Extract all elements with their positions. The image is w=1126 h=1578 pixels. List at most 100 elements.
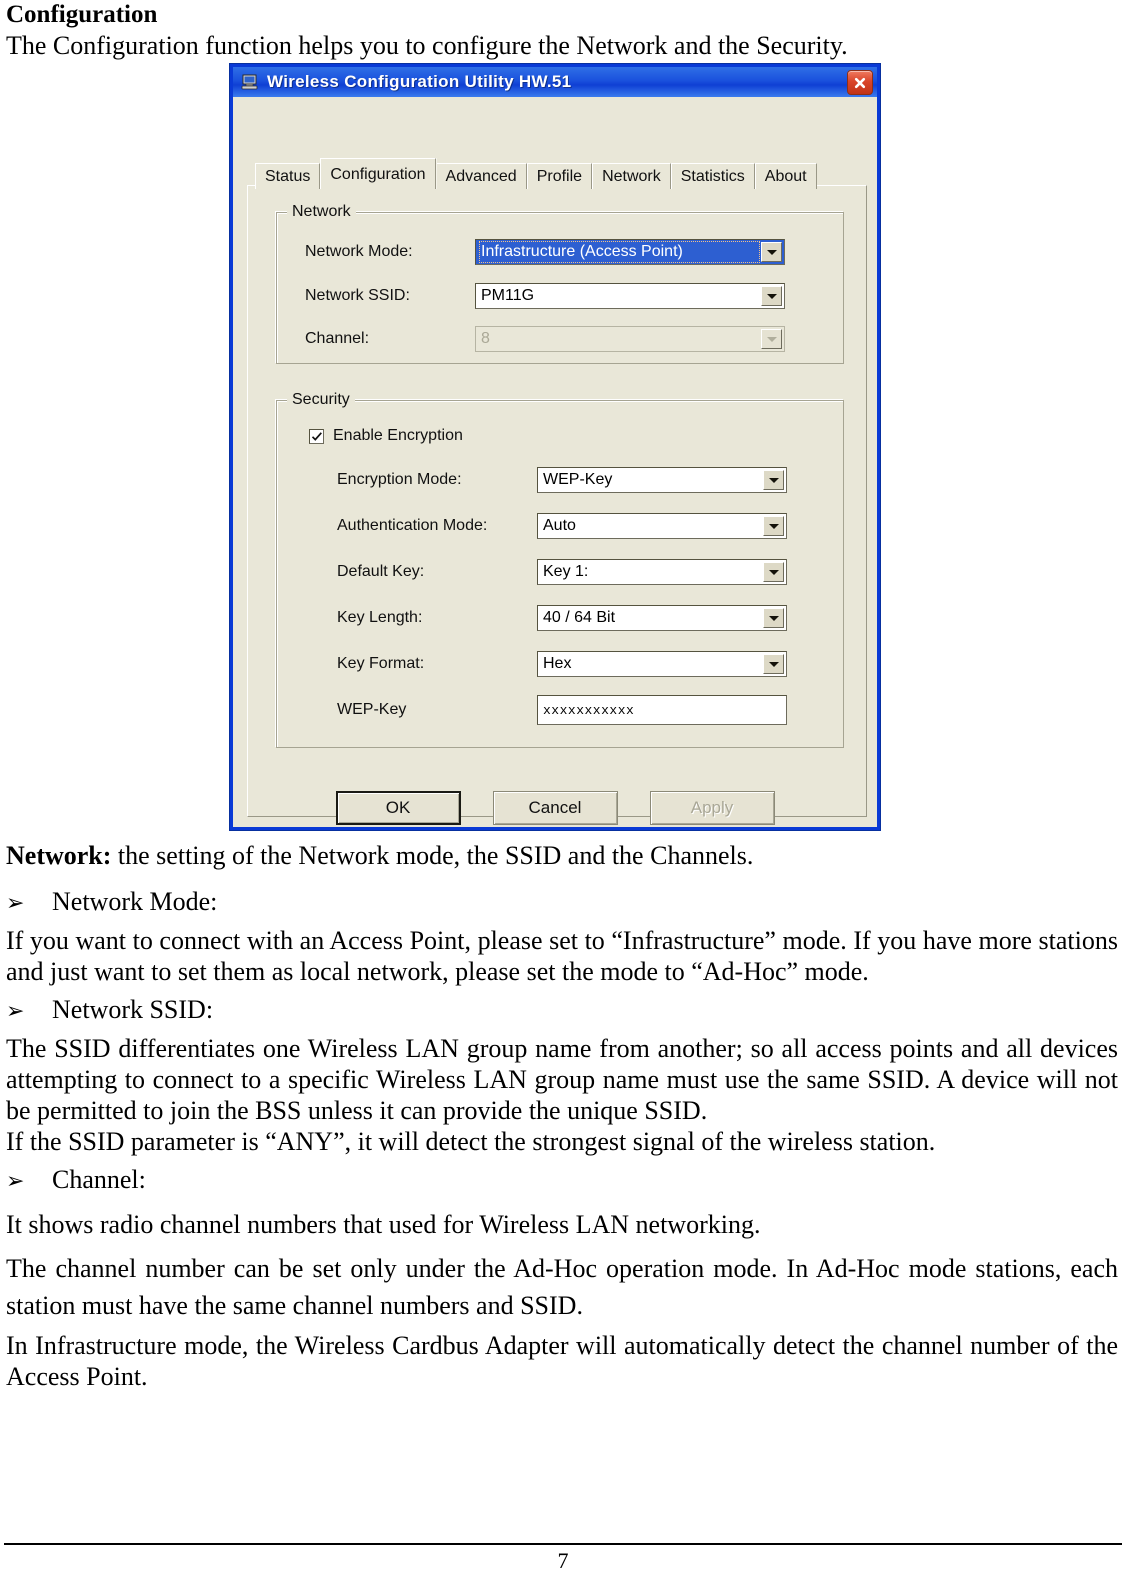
intro-paragraph: The Configuration function helps you to … <box>6 31 848 60</box>
default-key-value: Key 1: <box>543 563 589 580</box>
key-length-value: 40 / 64 Bit <box>543 609 616 626</box>
key-format-row: Key Format: Hex <box>337 651 787 677</box>
arrow-bullet-icon: ➢ <box>6 999 25 1024</box>
network-ssid-row: Network SSID: PM11G <box>305 283 785 309</box>
tab-status[interactable]: Status <box>255 163 321 189</box>
chevron-down-icon <box>761 329 782 349</box>
security-group-box: Security Enable Encryption Encryption Mo… <box>276 391 844 748</box>
tab-label: Statistics <box>680 168 745 185</box>
network-summary-lead: Network: <box>6 841 112 870</box>
key-format-select[interactable]: Hex <box>537 651 787 677</box>
channel-select: 8 <box>475 326 785 352</box>
encryption-mode-value: WEP-Key <box>543 471 613 488</box>
configuration-tab-panel: Network Network Mode: Infrastructure (Ac… <box>247 185 867 817</box>
ssid-paragraph-2: If the SSID parameter is “ANY”, it will … <box>6 1127 936 1156</box>
authentication-mode-select[interactable]: Auto <box>537 513 787 539</box>
authentication-mode-value: Auto <box>543 517 576 534</box>
network-group-box: Network Network Mode: Infrastructure (Ac… <box>276 203 844 364</box>
page-title: Configuration <box>6 1 158 28</box>
network-ssid-value: PM11G <box>481 287 535 304</box>
dialog-title: Wireless Configuration Utility HW.51 <box>267 72 572 91</box>
check-icon <box>311 431 322 441</box>
bullet-channel: ➢ Channel: <box>4 1157 1122 1203</box>
wep-key-input[interactable]: xxxxxxxxxxx <box>537 695 787 725</box>
enable-encryption-checkbox-row[interactable]: Enable Encryption <box>309 427 463 445</box>
channel-paragraph-3: In Infrastructure mode, the Wireless Car… <box>6 1331 1118 1391</box>
bullet-network-mode: ➢ Network Mode: <box>4 879 1122 925</box>
tab-network[interactable]: Network <box>592 163 671 189</box>
key-length-row: Key Length: 40 / 64 Bit <box>337 605 787 631</box>
tab-profile[interactable]: Profile <box>526 163 593 189</box>
chevron-down-icon[interactable] <box>763 562 784 582</box>
wireless-configuration-utility-dialog: Wireless Configuration Utility HW.51 Sta… <box>229 63 881 831</box>
tab-advanced[interactable]: Advanced <box>435 163 527 189</box>
network-group-label: Network <box>287 203 356 221</box>
authentication-mode-row: Authentication Mode: Auto <box>337 513 787 539</box>
dialog-client-area: Status Configuration Advanced Profile Ne… <box>233 97 877 827</box>
chevron-down-icon[interactable] <box>763 654 784 674</box>
key-format-value: Hex <box>543 655 572 672</box>
tab-strip: Status Configuration Advanced Profile Ne… <box>255 158 867 189</box>
apply-button-label: Apply <box>690 798 734 817</box>
key-length-label: Key Length: <box>337 609 423 626</box>
arrow-bullet-icon: ➢ <box>6 891 25 916</box>
ok-button-label: OK <box>385 798 411 817</box>
encryption-mode-row: Encryption Mode: WEP-Key <box>337 467 787 493</box>
network-mode-value: Infrastructure (Access Point) <box>479 241 760 263</box>
default-key-label: Default Key: <box>337 563 425 580</box>
default-key-row: Default Key: Key 1: <box>337 559 787 585</box>
wep-key-value: xxxxxxxxxxx <box>543 702 635 718</box>
chevron-down-icon[interactable] <box>761 242 782 262</box>
chevron-down-icon[interactable] <box>761 286 782 306</box>
chevron-down-icon[interactable] <box>763 608 784 628</box>
security-group-label: Security <box>287 391 355 409</box>
network-ssid-select[interactable]: PM11G <box>475 283 785 309</box>
channel-row: Channel: 8 <box>305 326 785 352</box>
apply-button: Apply <box>649 791 775 825</box>
chevron-down-icon[interactable] <box>763 516 784 536</box>
bullet-channel-label: Channel: <box>52 1165 146 1194</box>
cancel-button-label: Cancel <box>528 798 582 817</box>
arrow-bullet-icon: ➢ <box>6 1169 25 1194</box>
network-mode-row: Network Mode: Infrastructure (Access Poi… <box>305 239 785 265</box>
computer-icon <box>241 74 259 90</box>
ok-button[interactable]: OK <box>335 791 461 825</box>
dialog-button-row: OK Cancel Apply <box>233 791 877 825</box>
tab-label: Status <box>265 168 311 185</box>
document-body-lower: Network: the setting of the Network mode… <box>4 840 1122 1392</box>
network-mode-select[interactable]: Infrastructure (Access Point) <box>475 239 785 265</box>
page-number: 7 <box>557 1548 569 1573</box>
tab-statistics[interactable]: Statistics <box>670 163 755 189</box>
document-body: Configuration The Configuration function… <box>4 0 1122 61</box>
tab-label: Profile <box>536 168 583 185</box>
chevron-down-icon[interactable] <box>763 470 784 490</box>
tab-label: Network <box>602 168 661 185</box>
footer-divider <box>4 1543 1122 1545</box>
cancel-button[interactable]: Cancel <box>492 791 618 825</box>
default-key-select[interactable]: Key 1: <box>537 559 787 585</box>
dialog-titlebar: Wireless Configuration Utility HW.51 <box>233 67 877 97</box>
key-format-label: Key Format: <box>337 655 425 672</box>
close-icon[interactable] <box>847 70 873 95</box>
wep-key-row: WEP-Key xxxxxxxxxxx <box>337 695 787 725</box>
tab-label: Configuration <box>330 166 426 183</box>
tab-configuration[interactable]: Configuration <box>320 158 436 189</box>
network-mode-label: Network Mode: <box>305 243 413 260</box>
bullet-network-ssid-label: Network SSID: <box>52 995 214 1024</box>
tab-about[interactable]: About <box>754 163 817 189</box>
enable-encryption-checkbox[interactable] <box>309 428 324 444</box>
authentication-mode-label: Authentication Mode: <box>337 517 488 534</box>
network-ssid-label: Network SSID: <box>305 287 410 304</box>
channel-paragraph-2: The channel number can be set only under… <box>6 1254 1118 1320</box>
tab-label: Advanced <box>445 168 517 185</box>
bullet-network-ssid: ➢ Network SSID: <box>4 987 1122 1033</box>
encryption-mode-label: Encryption Mode: <box>337 471 462 488</box>
bullet-network-mode-label: Network Mode: <box>52 887 218 916</box>
key-length-select[interactable]: 40 / 64 Bit <box>537 605 787 631</box>
network-mode-paragraph: If you want to connect with an Access Po… <box>6 926 1118 986</box>
enable-encryption-label: Enable Encryption <box>333 427 463 444</box>
encryption-mode-select[interactable]: WEP-Key <box>537 467 787 493</box>
ssid-paragraph-1: The SSID differentiates one Wireless LAN… <box>6 1034 1118 1125</box>
tab-label: About <box>764 168 807 185</box>
channel-label: Channel: <box>305 330 370 347</box>
